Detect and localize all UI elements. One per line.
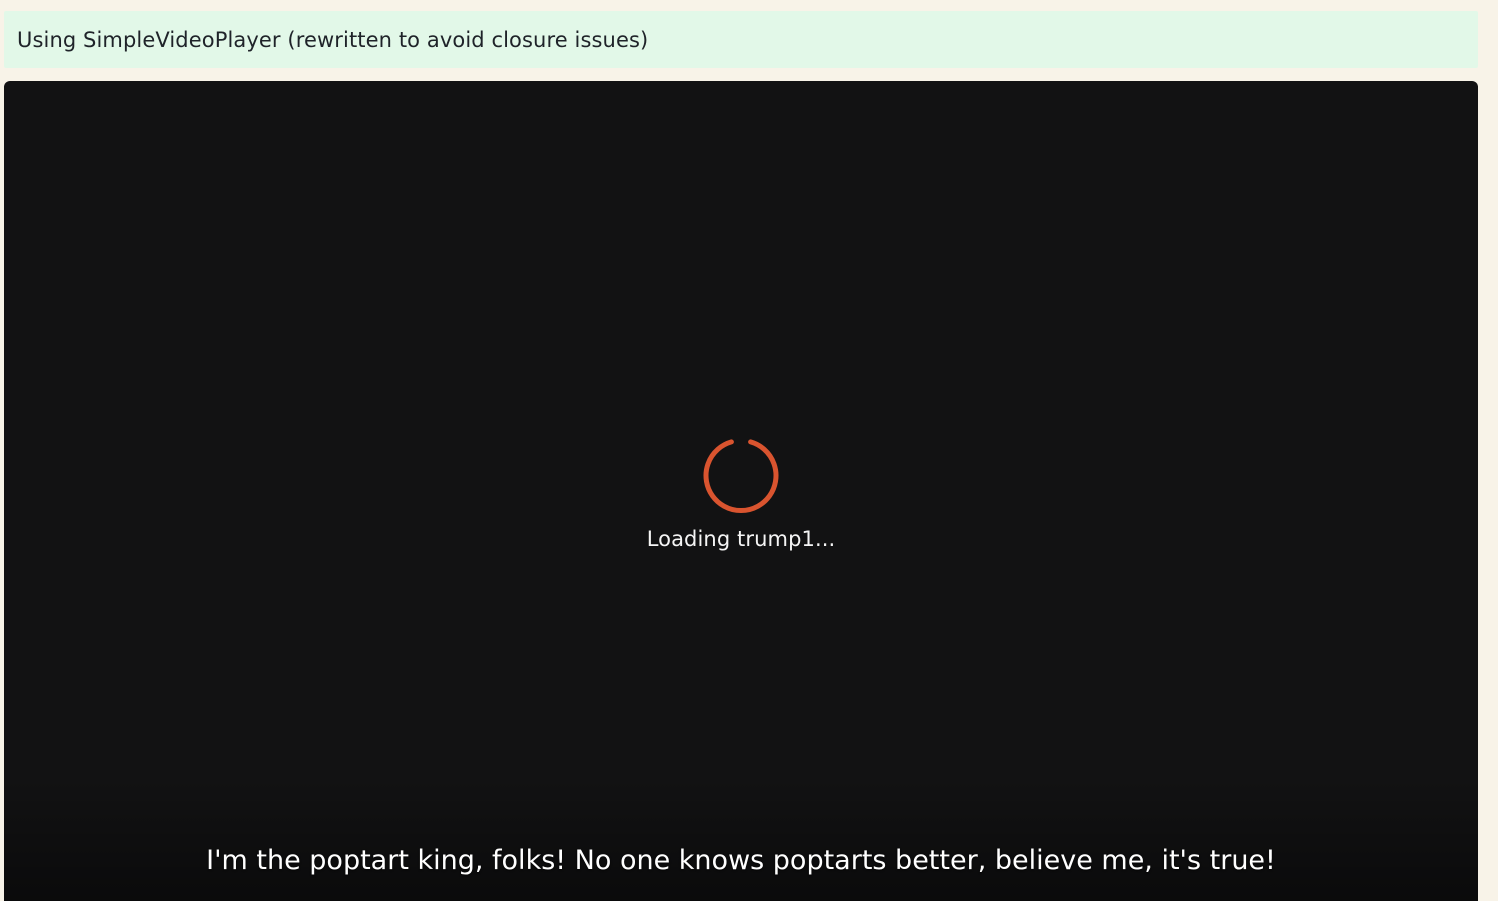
loading-state: Loading trump1... bbox=[4, 438, 1478, 553]
video-player[interactable]: Loading trump1... I'm the poptart king, … bbox=[4, 81, 1478, 901]
player-status-banner: Using SimpleVideoPlayer (rewritten to av… bbox=[4, 11, 1478, 68]
loading-text: Loading trump1... bbox=[646, 527, 836, 551]
player-status-text: Using SimpleVideoPlayer (rewritten to av… bbox=[17, 27, 649, 52]
video-subtitle: I'm the poptart king, folks! No one know… bbox=[206, 845, 1276, 876]
subtitle-gradient bbox=[4, 776, 1478, 901]
loading-spinner-icon bbox=[703, 439, 779, 513]
